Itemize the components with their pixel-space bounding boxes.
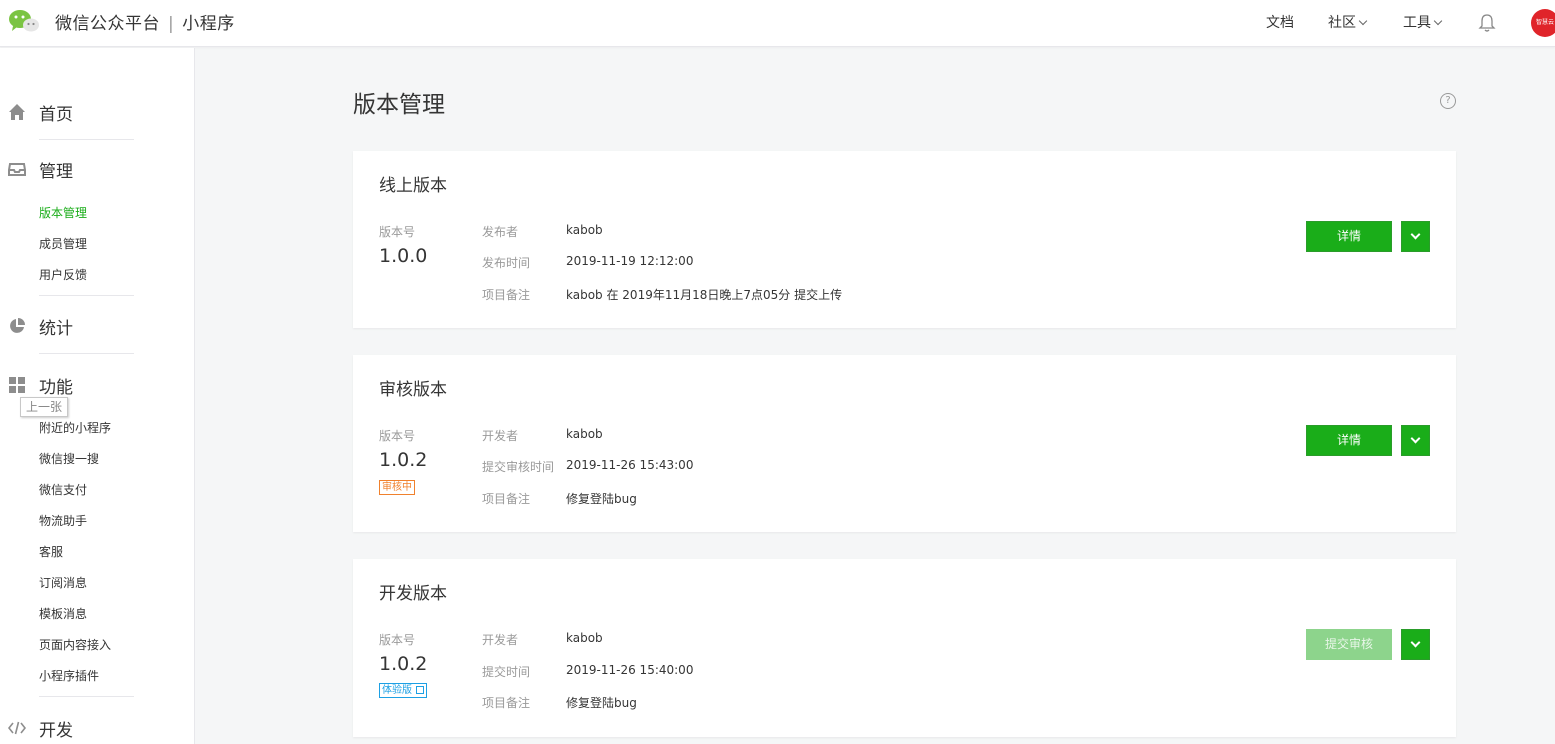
sidebar-item-home-label: 首页 [39, 105, 73, 125]
sidebar-item-manage-label: 管理 [39, 162, 73, 182]
nav-community-label: 社区 [1328, 15, 1356, 31]
sidebar-item-features[interactable]: 功能 [0, 370, 195, 400]
nav-docs-label: 文档 [1266, 15, 1294, 31]
trial-badge-label: 体验版 [382, 685, 412, 696]
sidebar-item-features-label: 功能 [39, 378, 73, 398]
sidebar-item-stats[interactable]: 统计 [0, 311, 195, 341]
developer-value: kabob [566, 427, 603, 441]
brand-name: 微信公众平台 [55, 14, 160, 34]
sidebar-item-version-manage[interactable]: 版本管理 [39, 204, 87, 221]
qrcode-icon [416, 686, 424, 694]
detail-button[interactable]: 详情 [1306, 425, 1392, 456]
sidebar-item-template-msg[interactable]: 模板消息 [39, 605, 87, 622]
remark-key: 项目备注 [482, 492, 531, 506]
more-dropdown-button[interactable] [1401, 221, 1430, 252]
card-title: 线上版本 [379, 176, 447, 196]
sidebar-item-subscribe-msg[interactable]: 订阅消息 [39, 574, 87, 591]
help-icon[interactable]: ? [1440, 93, 1456, 109]
code-icon [8, 721, 26, 735]
sidebar-divider [39, 139, 134, 140]
remark-value: 修复登陆bug [566, 492, 637, 506]
online-version-card: 线上版本 版本号 1.0.0 发布者 kabob 发布时间 2019-11-19… [353, 151, 1456, 328]
chevron-down-icon [1433, 16, 1443, 26]
trial-badge[interactable]: 体验版 [379, 683, 427, 698]
version-label: 版本号 [379, 225, 416, 239]
version-label: 版本号 [379, 429, 416, 443]
sidebar-divider [39, 696, 134, 697]
card-title: 开发版本 [379, 584, 447, 604]
bell-icon[interactable] [1478, 13, 1496, 33]
publish-time-value: 2019-11-19 12:12:00 [566, 254, 694, 268]
nav-docs[interactable]: 文档 [1266, 12, 1294, 32]
top-bar: 微信公众平台 | 小程序 文档 社区 工具 智慧云 [0, 0, 1555, 47]
brand-separator: | [168, 14, 175, 34]
submit-time-value: 2019-11-26 15:40:00 [566, 663, 694, 677]
tooltip: 上一张 [20, 397, 69, 417]
developer-key: 开发者 [482, 429, 519, 443]
remark-key: 项目备注 [482, 288, 531, 302]
more-dropdown-button[interactable] [1401, 629, 1430, 660]
developer-key: 开发者 [482, 633, 519, 647]
sidebar: 首页 管理 版本管理 成员管理 用户反馈 统计 功能 附近的小程序 微信搜一搜 … [0, 48, 195, 744]
pie-chart-icon [10, 318, 25, 333]
sidebar-item-page-content[interactable]: 页面内容接入 [39, 636, 111, 653]
detail-button[interactable]: 详情 [1306, 221, 1392, 252]
remark-value: 修复登陆bug [566, 696, 637, 710]
sidebar-item-dev-label: 开发 [39, 721, 73, 741]
sidebar-item-user-feedback[interactable]: 用户反馈 [39, 266, 87, 283]
sidebar-item-logistics[interactable]: 物流助手 [39, 512, 87, 529]
sidebar-item-stats-label: 统计 [39, 319, 73, 339]
sidebar-divider [39, 353, 134, 354]
nav-tools-label: 工具 [1403, 15, 1431, 31]
chevron-down-icon [1410, 637, 1421, 648]
home-icon [9, 104, 25, 120]
chevron-down-icon [1410, 433, 1421, 444]
remark-key: 项目备注 [482, 696, 531, 710]
more-dropdown-button[interactable] [1401, 425, 1430, 456]
sidebar-item-manage[interactable]: 管理 [0, 154, 195, 184]
submit-review-button[interactable]: 提交审核 [1306, 629, 1392, 660]
sidebar-item-nearby[interactable]: 附近的小程序 [39, 419, 111, 436]
nav-tools[interactable]: 工具 [1403, 12, 1443, 32]
page-title: 版本管理 [353, 92, 445, 118]
chevron-down-icon [1410, 229, 1421, 240]
sidebar-item-wechat-pay[interactable]: 微信支付 [39, 481, 87, 498]
remark-value: kabob 在 2019年11月18日晚上7点05分 提交上传 [566, 288, 843, 302]
publisher-value: kabob [566, 223, 603, 237]
sidebar-item-customer-service[interactable]: 客服 [39, 543, 63, 560]
sidebar-item-member-manage[interactable]: 成员管理 [39, 235, 87, 252]
dev-version-card: 开发版本 版本号 1.0.2 体验版 开发者 kabob 提交时间 2019-1… [353, 559, 1456, 737]
sidebar-divider [39, 295, 134, 296]
chevron-down-icon [1358, 16, 1368, 26]
version-number: 1.0.2 [379, 653, 428, 675]
inbox-icon [8, 163, 26, 176]
product-name: 小程序 [182, 14, 235, 34]
version-number: 1.0.2 [379, 449, 428, 471]
sidebar-item-wechat-search[interactable]: 微信搜一搜 [39, 450, 99, 467]
wechat-logo-icon[interactable] [8, 8, 40, 34]
developer-value: kabob [566, 631, 603, 645]
submit-review-time-value: 2019-11-26 15:43:00 [566, 458, 694, 472]
version-label: 版本号 [379, 633, 416, 647]
grid-icon [9, 377, 25, 393]
publish-time-key: 发布时间 [482, 256, 531, 270]
avatar[interactable]: 智慧云 [1531, 9, 1555, 37]
submit-time-key: 提交时间 [482, 665, 531, 679]
sidebar-item-plugins[interactable]: 小程序插件 [39, 667, 99, 684]
sidebar-item-dev[interactable]: 开发 [0, 713, 195, 743]
nav-community[interactable]: 社区 [1328, 12, 1368, 32]
card-title: 审核版本 [379, 380, 447, 400]
version-number: 1.0.0 [379, 245, 428, 267]
brand-title[interactable]: 微信公众平台 | 小程序 [55, 9, 235, 34]
sidebar-item-home[interactable]: 首页 [0, 97, 195, 127]
status-badge: 审核中 [379, 480, 415, 495]
submit-review-time-key: 提交审核时间 [482, 460, 555, 474]
review-version-card: 审核版本 版本号 1.0.2 审核中 开发者 kabob 提交审核时间 2019… [353, 355, 1456, 532]
publisher-key: 发布者 [482, 225, 519, 239]
